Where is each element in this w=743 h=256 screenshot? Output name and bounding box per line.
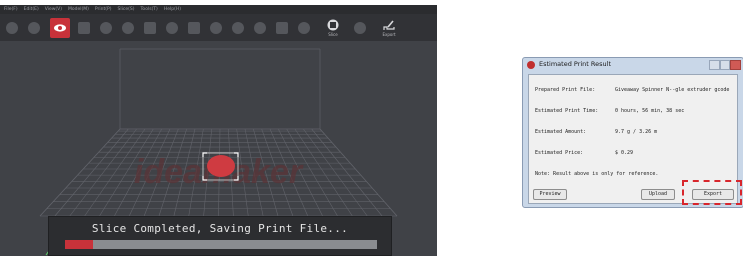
menu-view[interactable]: View(V) bbox=[45, 5, 62, 14]
progress-fill bbox=[65, 240, 94, 249]
menu-file[interactable]: File(F) bbox=[4, 5, 18, 14]
label-print-file: Prepared Print File: bbox=[535, 87, 596, 93]
label-amount: Estimated Amount: bbox=[535, 129, 587, 135]
duplicate-icon[interactable] bbox=[210, 21, 222, 34]
slice-label: Slice bbox=[328, 31, 338, 37]
undo-icon[interactable] bbox=[232, 21, 244, 34]
minimize-icon[interactable] bbox=[709, 60, 720, 70]
upload-button[interactable]: Upload bbox=[641, 189, 675, 200]
menu-help[interactable]: Help(H) bbox=[164, 5, 181, 14]
ideamaker-window: File(F) Edit(E) View(V) Model(M) Print(P… bbox=[0, 5, 437, 256]
value-print-file: Giveaway Spinner N--gle extruder gcode bbox=[615, 87, 730, 93]
app-icon bbox=[527, 61, 535, 69]
print-icon[interactable] bbox=[354, 21, 366, 34]
close-icon[interactable] bbox=[730, 60, 742, 70]
rotate-icon[interactable] bbox=[122, 21, 134, 34]
move-icon[interactable] bbox=[78, 21, 90, 34]
scale-icon[interactable] bbox=[100, 21, 112, 34]
open-icon[interactable] bbox=[6, 21, 18, 34]
value-amount: 9.7 g / 3.26 m bbox=[615, 129, 658, 135]
arrow-icon[interactable] bbox=[298, 21, 310, 34]
dialog-title: Estimated Print Result bbox=[539, 60, 612, 68]
value-print-time: 0 hours, 56 min, 38 sec bbox=[615, 108, 685, 114]
toolbar: Slice Export bbox=[0, 14, 437, 41]
menu-model[interactable]: Model(M) bbox=[68, 5, 89, 14]
mirror-icon[interactable] bbox=[144, 21, 156, 34]
save-icon[interactable] bbox=[28, 21, 40, 34]
menu-bar: File(F) Edit(E) View(V) Model(M) Print(P… bbox=[0, 5, 437, 14]
progress-bar bbox=[65, 240, 377, 249]
support-icon[interactable] bbox=[166, 21, 178, 34]
value-price: $ 0.29 bbox=[615, 150, 634, 156]
slice-icon bbox=[327, 19, 339, 30]
cut-icon[interactable] bbox=[188, 21, 200, 34]
dialog-titlebar: Estimated Print Result bbox=[523, 58, 743, 73]
redo-icon[interactable] bbox=[254, 21, 266, 34]
menu-print[interactable]: Print(P) bbox=[95, 5, 112, 14]
menu-tools[interactable]: Tools(T) bbox=[140, 5, 157, 14]
reference-note: Note: Result above is only for reference… bbox=[535, 171, 659, 177]
settings-icon[interactable] bbox=[276, 21, 288, 34]
menu-edit[interactable]: Edit(E) bbox=[24, 5, 39, 14]
menu-slice[interactable]: Slice(S) bbox=[117, 5, 134, 14]
window-buttons bbox=[709, 60, 742, 70]
export-icon bbox=[383, 19, 395, 30]
label-print-time: Estimated Print Time: bbox=[535, 108, 599, 114]
slice-status-panel: Slice Completed, Saving Print File... bbox=[48, 216, 392, 256]
maximize-icon[interactable] bbox=[719, 60, 731, 70]
status-text: Slice Completed, Saving Print File... bbox=[91, 222, 349, 235]
view-icon[interactable] bbox=[50, 17, 70, 38]
export-label: Export bbox=[382, 31, 396, 37]
slice-button[interactable]: Slice bbox=[320, 16, 346, 40]
export-button[interactable]: Export bbox=[376, 16, 402, 40]
export-highlight-box bbox=[682, 180, 742, 205]
label-price: Estimated Price: bbox=[535, 150, 584, 156]
preview-button[interactable]: Preview bbox=[533, 189, 567, 200]
eye-icon bbox=[54, 23, 66, 32]
